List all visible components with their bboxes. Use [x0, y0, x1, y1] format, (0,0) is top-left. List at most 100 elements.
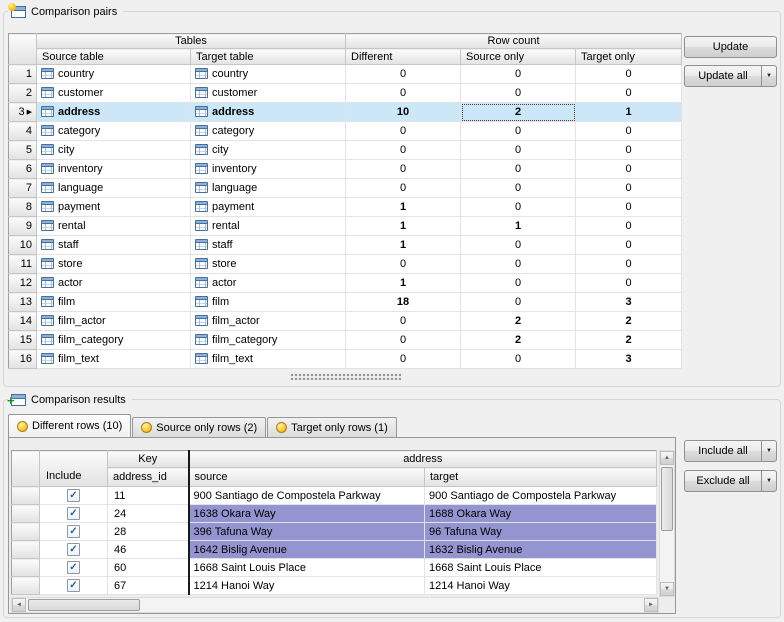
target-only-count-cell[interactable]: 2 [576, 312, 682, 331]
source-value-cell[interactable]: 900 Santiago de Compostela Parkway [189, 487, 425, 505]
target-only-count-cell[interactable]: 0 [576, 84, 682, 103]
pairs-row[interactable]: 3▶addressaddress1021 [9, 103, 682, 122]
row-number-cell[interactable]: 2 [9, 84, 37, 103]
results-row[interactable]: ✓241638 Okara Way1688 Okara Way [12, 505, 657, 523]
target-only-count-cell[interactable]: 0 [576, 122, 682, 141]
source-table-cell[interactable]: film_actor [37, 312, 191, 331]
include-checkbox[interactable]: ✓ [67, 507, 80, 520]
row-header-cell[interactable] [12, 559, 40, 577]
row-number-cell[interactable]: 14 [9, 312, 37, 331]
different-count-cell[interactable]: 1 [346, 274, 461, 293]
source-column-header[interactable]: source [189, 468, 425, 487]
row-number-cell[interactable]: 12 [9, 274, 37, 293]
target-value-cell[interactable]: 96 Tafuna Way [425, 523, 657, 541]
different-count-cell[interactable]: 0 [346, 141, 461, 160]
target-value-cell[interactable]: 1688 Okara Way [425, 505, 657, 523]
target-only-count-cell[interactable]: 3 [576, 350, 682, 369]
pairs-row[interactable]: 7languagelanguage000 [9, 179, 682, 198]
include-checkbox[interactable]: ✓ [67, 543, 80, 556]
target-table-cell[interactable]: address [191, 103, 346, 122]
results-row[interactable]: ✓11900 Santiago de Compostela Parkway900… [12, 487, 657, 505]
target-only-count-cell[interactable]: 0 [576, 141, 682, 160]
source-table-cell[interactable]: actor [37, 274, 191, 293]
pairs-row[interactable]: 13filmfilm1803 [9, 293, 682, 312]
row-header-cell[interactable] [12, 541, 40, 559]
pairs-row[interactable]: 5citycity000 [9, 141, 682, 160]
different-count-cell[interactable]: 0 [346, 312, 461, 331]
update-all-dropdown-icon[interactable]: ▼ [761, 66, 776, 86]
row-header-cell[interactable] [12, 505, 40, 523]
source-table-cell[interactable]: inventory [37, 160, 191, 179]
different-count-cell[interactable]: 10 [346, 103, 461, 122]
address-id-column-header[interactable]: address_id [108, 468, 189, 487]
source-value-cell[interactable]: 1668 Saint Louis Place [189, 559, 425, 577]
row-number-cell[interactable]: 10 [9, 236, 37, 255]
target-table-cell[interactable]: film_category [191, 331, 346, 350]
splitter-handle[interactable] [290, 373, 402, 380]
include-all-button[interactable]: Include all ▼ [684, 440, 777, 462]
include-checkbox[interactable]: ✓ [67, 561, 80, 574]
different-count-cell[interactable]: 0 [346, 350, 461, 369]
different-count-cell[interactable]: 0 [346, 65, 461, 84]
include-all-dropdown-icon[interactable]: ▼ [761, 441, 776, 461]
target-table-cell[interactable]: film_text [191, 350, 346, 369]
target-value-cell[interactable]: 900 Santiago de Compostela Parkway [425, 487, 657, 505]
target-only-count-cell[interactable]: 0 [576, 179, 682, 198]
source-table-column-header[interactable]: Source table [37, 49, 191, 65]
source-table-cell[interactable]: country [37, 65, 191, 84]
target-table-cell[interactable]: inventory [191, 160, 346, 179]
target-only-count-cell[interactable]: 0 [576, 217, 682, 236]
target-only-count-cell[interactable]: 0 [576, 274, 682, 293]
source-table-cell[interactable]: language [37, 179, 191, 198]
different-count-cell[interactable]: 0 [346, 331, 461, 350]
pairs-row[interactable]: 9rentalrental110 [9, 217, 682, 236]
target-value-cell[interactable]: 1668 Saint Louis Place [425, 559, 657, 577]
update-all-button[interactable]: Update all ▼ [684, 65, 777, 87]
row-number-cell[interactable]: 15 [9, 331, 37, 350]
target-only-count-cell[interactable]: 0 [576, 255, 682, 274]
source-only-count-cell[interactable]: 0 [461, 293, 576, 312]
source-only-count-cell[interactable]: 0 [461, 179, 576, 198]
target-table-cell[interactable]: country [191, 65, 346, 84]
row-number-cell[interactable]: 11 [9, 255, 37, 274]
source-table-cell[interactable]: rental [37, 217, 191, 236]
source-value-cell[interactable]: 1642 Bislig Avenue [189, 541, 425, 559]
exclude-all-button[interactable]: Exclude all ▼ [684, 470, 777, 492]
source-only-count-cell[interactable]: 2 [461, 103, 576, 122]
address-id-cell[interactable]: 46 [108, 541, 189, 559]
results-row[interactable]: ✓461642 Bislig Avenue1632 Bislig Avenue [12, 541, 657, 559]
target-only-column-header[interactable]: Target only [576, 49, 682, 65]
horizontal-scrollbar[interactable]: ◄ ► [11, 597, 659, 613]
target-table-cell[interactable]: payment [191, 198, 346, 217]
target-table-cell[interactable]: category [191, 122, 346, 141]
source-only-count-cell[interactable]: 0 [461, 236, 576, 255]
update-button[interactable]: Update [684, 36, 777, 58]
target-only-count-cell[interactable]: 0 [576, 236, 682, 255]
results-row[interactable]: ✓601668 Saint Louis Place1668 Saint Loui… [12, 559, 657, 577]
row-header-cell[interactable] [12, 487, 40, 505]
row-number-cell[interactable]: 1 [9, 65, 37, 84]
source-value-cell[interactable]: 1214 Hanoi Way [189, 577, 425, 595]
target-table-cell[interactable]: customer [191, 84, 346, 103]
target-table-cell[interactable]: film_actor [191, 312, 346, 331]
source-only-count-cell[interactable]: 2 [461, 312, 576, 331]
different-count-cell[interactable]: 0 [346, 160, 461, 179]
results-row[interactable]: ✓28396 Tafuna Way96 Tafuna Way [12, 523, 657, 541]
source-table-cell[interactable]: category [37, 122, 191, 141]
tables-group-header[interactable]: Tables [37, 34, 346, 49]
scroll-left-icon[interactable]: ◄ [12, 598, 26, 612]
source-only-count-cell[interactable]: 0 [461, 350, 576, 369]
row-number-cell[interactable]: 9 [9, 217, 37, 236]
row-count-group-header[interactable]: Row count [346, 34, 682, 49]
address-id-cell[interactable]: 11 [108, 487, 189, 505]
source-only-count-cell[interactable]: 0 [461, 65, 576, 84]
target-table-column-header[interactable]: Target table [191, 49, 346, 65]
different-count-cell[interactable]: 0 [346, 179, 461, 198]
include-checkbox[interactable]: ✓ [67, 489, 80, 502]
include-column-header[interactable]: Include [40, 451, 108, 487]
row-number-cell[interactable]: 4 [9, 122, 37, 141]
row-number-cell[interactable]: 16 [9, 350, 37, 369]
source-only-count-cell[interactable]: 0 [461, 198, 576, 217]
different-count-cell[interactable]: 0 [346, 122, 461, 141]
row-number-cell[interactable]: 7 [9, 179, 37, 198]
